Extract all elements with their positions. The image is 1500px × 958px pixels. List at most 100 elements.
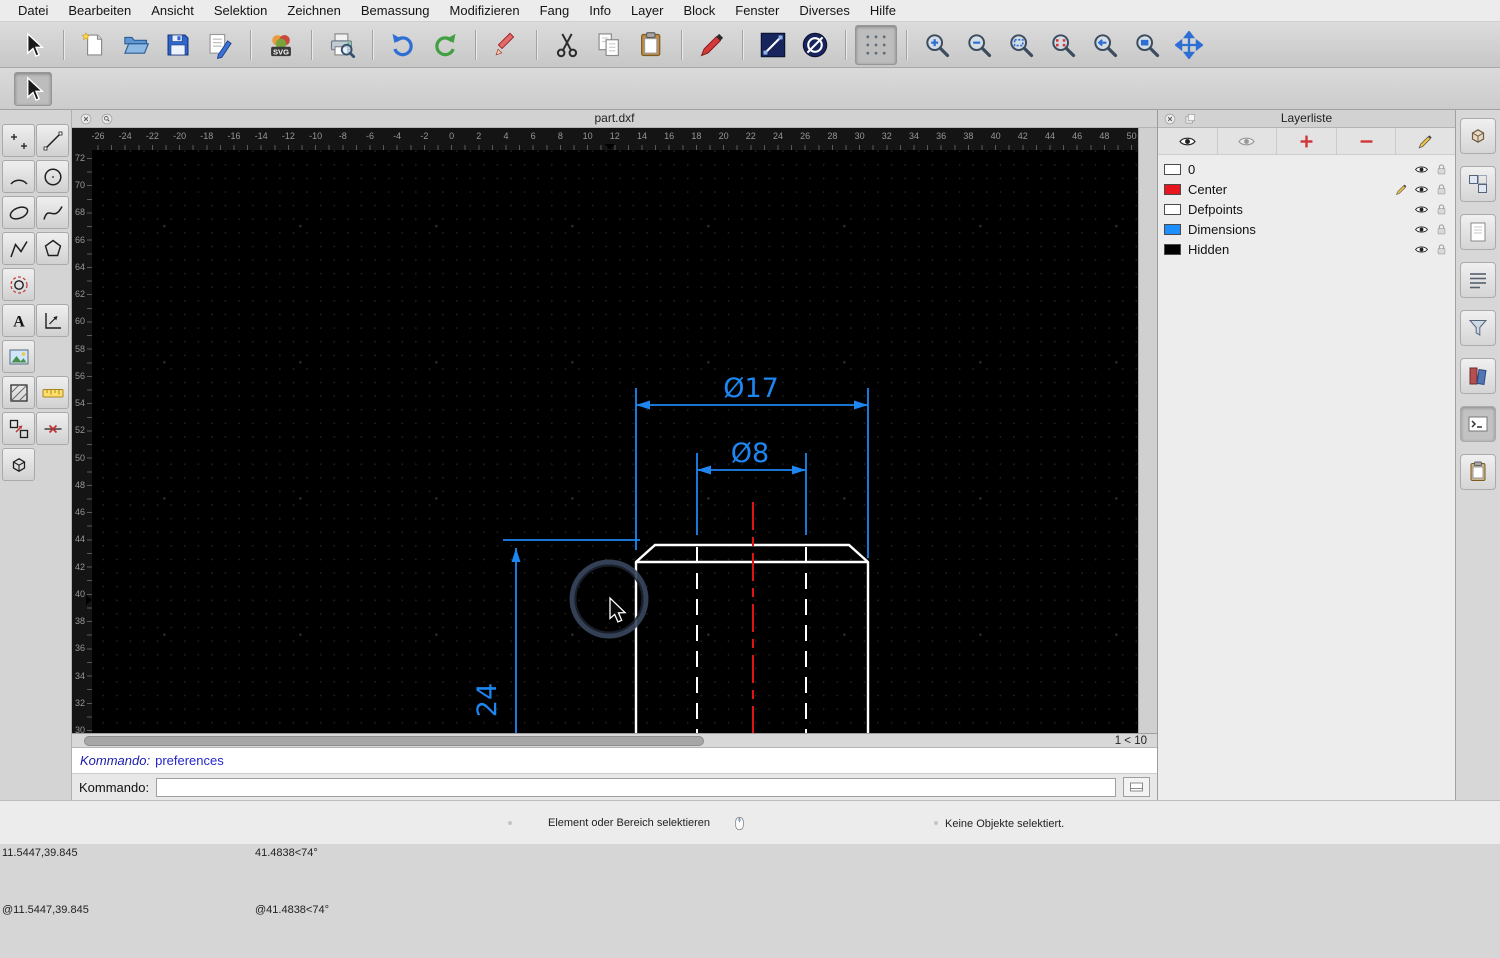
layer-visibility-eye-icon[interactable] bbox=[1414, 202, 1429, 217]
polygon-button[interactable] bbox=[36, 232, 69, 265]
save-button[interactable] bbox=[157, 25, 199, 65]
layer-panel-float-icon[interactable] bbox=[1183, 112, 1197, 126]
drawing-canvas[interactable]: Ø17 Ø8 24 bbox=[92, 150, 1138, 733]
layer-row-Hidden[interactable]: Hidden bbox=[1158, 239, 1455, 259]
layer-lock-icon[interactable] bbox=[1434, 242, 1449, 257]
cut-button[interactable] bbox=[546, 25, 588, 65]
clipboard-panel-button[interactable] bbox=[1460, 454, 1496, 490]
horizontal-scrollbar[interactable]: 1 < 10 bbox=[72, 733, 1157, 748]
document-zoom-icon[interactable] bbox=[100, 112, 114, 126]
layer-visibility-eye-icon[interactable] bbox=[1414, 162, 1429, 177]
menu-selektion[interactable]: Selektion bbox=[204, 3, 277, 18]
zoom-previous-button[interactable] bbox=[1084, 25, 1126, 65]
layer-lock-icon[interactable] bbox=[1434, 222, 1449, 237]
menu-bearbeiten[interactable]: Bearbeiten bbox=[58, 3, 141, 18]
paste-button[interactable] bbox=[630, 25, 672, 65]
text-button[interactable]: A bbox=[2, 304, 35, 337]
undo-button[interactable] bbox=[382, 25, 424, 65]
scrollbar-thumb[interactable] bbox=[84, 736, 704, 746]
layer-lock-icon[interactable] bbox=[1434, 162, 1449, 177]
layer-lock-icon[interactable] bbox=[1434, 202, 1449, 217]
menu-block[interactable]: Block bbox=[673, 3, 725, 18]
menu-datei[interactable]: Datei bbox=[8, 3, 58, 18]
property-editor-button[interactable] bbox=[1460, 118, 1496, 154]
line-properties-button[interactable] bbox=[752, 25, 794, 65]
dimension-button[interactable] bbox=[36, 304, 69, 337]
select-button[interactable] bbox=[14, 71, 52, 106]
layer-row-Defpoints[interactable]: Defpoints bbox=[1158, 199, 1455, 219]
zoom-auto-button[interactable] bbox=[1000, 25, 1042, 65]
select-button[interactable] bbox=[12, 25, 54, 65]
new-button[interactable] bbox=[73, 25, 115, 65]
ellipse-button[interactable] bbox=[2, 196, 35, 229]
show-all-layers-button[interactable] bbox=[1158, 128, 1218, 154]
menu-bemassung[interactable]: Bemassung bbox=[351, 3, 440, 18]
layer-row-0[interactable]: 0 bbox=[1158, 159, 1455, 179]
hatch-button[interactable] bbox=[2, 376, 35, 409]
layer-row-Center[interactable]: Center bbox=[1158, 179, 1455, 199]
toolbar-separator bbox=[681, 29, 682, 60]
add-layer-button[interactable] bbox=[1277, 128, 1337, 154]
pan-button[interactable] bbox=[1168, 25, 1210, 65]
library-button[interactable] bbox=[1460, 358, 1496, 394]
circle-button[interactable] bbox=[36, 160, 69, 193]
zoom-window-button[interactable] bbox=[1126, 25, 1168, 65]
command-history-label: Kommando: bbox=[80, 753, 151, 768]
command-line-button[interactable] bbox=[1460, 406, 1496, 442]
copy-button[interactable] bbox=[588, 25, 630, 65]
attributes-button[interactable] bbox=[691, 25, 733, 65]
layer-panel-title: Layerliste bbox=[1280, 111, 1333, 125]
modify-icon bbox=[7, 417, 31, 441]
menu-hilfe[interactable]: Hilfe bbox=[860, 3, 906, 18]
polyline-button[interactable] bbox=[2, 232, 35, 265]
block-list-button[interactable] bbox=[1460, 166, 1496, 202]
sheet-button[interactable] bbox=[1460, 214, 1496, 250]
erase-button[interactable] bbox=[485, 25, 527, 65]
menu-fenster[interactable]: Fenster bbox=[725, 3, 789, 18]
arc-button[interactable] bbox=[2, 160, 35, 193]
layer-row-Dimensions[interactable]: Dimensions bbox=[1158, 219, 1455, 239]
modify-button[interactable] bbox=[2, 412, 35, 445]
filter-button[interactable] bbox=[1460, 310, 1496, 346]
zoom-refresh-button[interactable] bbox=[1042, 25, 1084, 65]
solid-button[interactable] bbox=[2, 448, 35, 481]
offset-button[interactable] bbox=[2, 268, 35, 301]
menu-fang[interactable]: Fang bbox=[530, 3, 580, 18]
view-list-button[interactable] bbox=[1460, 262, 1496, 298]
zoom-in-button[interactable] bbox=[916, 25, 958, 65]
v-ruler-label: 52 bbox=[75, 425, 86, 436]
layer-visibility-eye-icon[interactable] bbox=[1414, 222, 1429, 237]
menu-diverses[interactable]: Diverses bbox=[789, 3, 860, 18]
snap-button[interactable] bbox=[36, 412, 69, 445]
measure-button[interactable] bbox=[36, 376, 69, 409]
menu-zeichnen[interactable]: Zeichnen bbox=[277, 3, 350, 18]
menu-layer[interactable]: Layer bbox=[621, 3, 674, 18]
layer-visibility-eye-icon[interactable] bbox=[1414, 242, 1429, 257]
line-button[interactable] bbox=[36, 124, 69, 157]
zoom-out-button[interactable] bbox=[958, 25, 1000, 65]
layer-color-swatch bbox=[1164, 183, 1181, 195]
menu-modifizieren[interactable]: Modifizieren bbox=[440, 3, 530, 18]
v-ruler-label: 36 bbox=[75, 643, 86, 654]
layer-visibility-eye-icon[interactable] bbox=[1414, 182, 1429, 197]
image-button[interactable] bbox=[2, 340, 35, 373]
point-button[interactable] bbox=[2, 124, 35, 157]
layer-lock-icon[interactable] bbox=[1434, 182, 1449, 197]
svg-export-button[interactable]: SVG bbox=[260, 25, 302, 65]
circle-properties-button[interactable] bbox=[794, 25, 836, 65]
grid-button[interactable] bbox=[855, 24, 897, 65]
layer-panel-close-icon[interactable] bbox=[1163, 112, 1177, 126]
edit-layer-button[interactable] bbox=[1396, 128, 1455, 154]
redo-button[interactable] bbox=[424, 25, 466, 65]
print-preview-button[interactable] bbox=[321, 25, 363, 65]
command-toggle-button[interactable] bbox=[1123, 777, 1150, 797]
remove-layer-button[interactable] bbox=[1337, 128, 1397, 154]
command-input[interactable] bbox=[156, 777, 1116, 797]
menu-info[interactable]: Info bbox=[579, 3, 621, 18]
open-button[interactable] bbox=[115, 25, 157, 65]
save-as-button[interactable] bbox=[199, 25, 241, 65]
toggle-layer-visibility-button[interactable] bbox=[1218, 128, 1278, 154]
document-close-icon[interactable] bbox=[79, 112, 93, 126]
spline-button[interactable] bbox=[36, 196, 69, 229]
menu-ansicht[interactable]: Ansicht bbox=[141, 3, 204, 18]
